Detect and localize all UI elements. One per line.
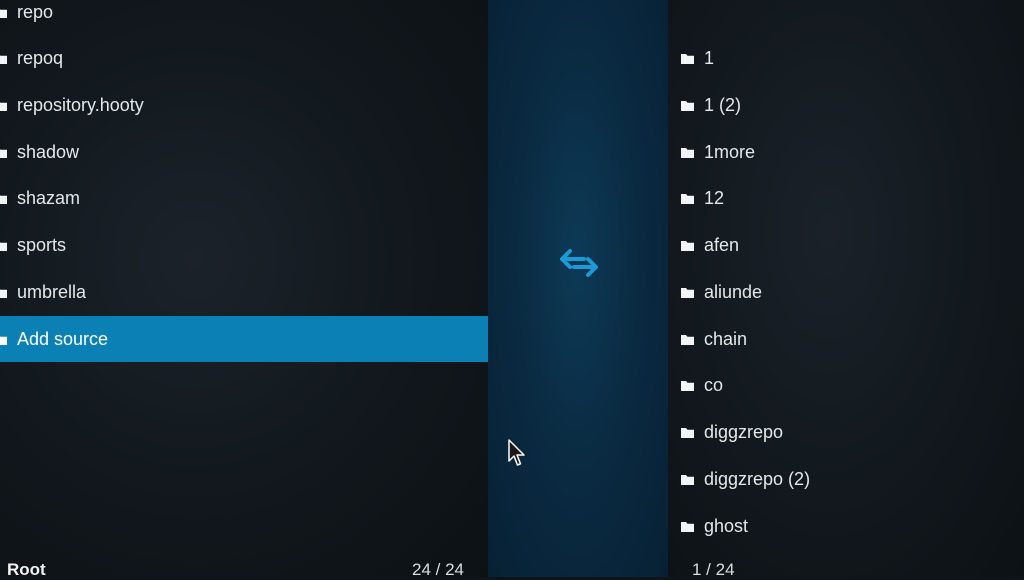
list-item-label: 1	[704, 47, 715, 68]
list-item[interactable]: aliunde	[668, 269, 1024, 315]
list-item-label: diggzrepo	[704, 421, 784, 442]
list-item[interactable]: ghost	[668, 503, 1024, 549]
list-item[interactable]: shazam	[0, 175, 488, 221]
list-item[interactable]: repoq	[0, 35, 488, 81]
list-item-label: repository.hooty	[17, 94, 144, 115]
folder-icon	[680, 519, 695, 534]
folder-icon	[680, 332, 695, 347]
folder-icon	[680, 51, 695, 66]
folder-icon	[0, 191, 8, 206]
folder-icon	[680, 191, 695, 206]
list-item[interactable]: umbrella	[0, 269, 488, 315]
right-file-pane: 1 1 (2) 1more 12 afen aliunde chain co d…	[668, 0, 1024, 577]
center-divider	[488, 0, 668, 577]
list-item-label: umbrella	[17, 281, 87, 302]
list-item[interactable]: co	[668, 362, 1024, 408]
folder-icon	[0, 5, 8, 20]
left-pane-path: Root	[7, 560, 46, 579]
list-item[interactable]: sports	[0, 222, 488, 268]
list-item-label: chain	[704, 328, 748, 349]
list-item-label: ghost	[704, 515, 749, 536]
swap-arrows-icon[interactable]	[558, 243, 602, 283]
list-item-label: Add source	[17, 328, 109, 349]
list-item-label: 1 (2)	[704, 94, 742, 115]
list-item-label: aliunde	[704, 281, 763, 302]
folder-icon	[0, 145, 8, 160]
list-item-label: shazam	[17, 187, 81, 208]
list-item[interactable]: shadow	[0, 129, 488, 175]
list-item-label: shadow	[17, 141, 80, 162]
list-item[interactable]: 1more	[668, 129, 1024, 175]
list-item[interactable]: chain	[668, 316, 1024, 362]
list-item-label: diggzrepo (2)	[704, 468, 811, 489]
list-item-label: 12	[704, 187, 725, 208]
folder-icon	[0, 51, 8, 66]
list-item[interactable]: repository.hooty	[0, 82, 488, 128]
folder-icon	[680, 238, 695, 253]
folder-icon	[0, 98, 8, 113]
list-item[interactable]: diggzrepo	[668, 409, 1024, 455]
folder-icon	[680, 145, 695, 160]
folder-icon	[0, 285, 8, 300]
list-item-label: repo	[17, 1, 54, 22]
list-item[interactable]: repo	[0, 0, 488, 35]
left-pane-item-count: 24 / 24	[412, 560, 464, 579]
folder-icon	[680, 285, 695, 300]
list-item-label: repoq	[17, 47, 64, 68]
folder-icon	[680, 378, 695, 393]
right-pane-item-count: 1 / 24	[692, 560, 735, 579]
list-item[interactable]: 1	[668, 35, 1024, 81]
folder-icon	[0, 332, 8, 347]
folder-icon	[680, 425, 695, 440]
list-item[interactable]: diggzrepo (2)	[668, 456, 1024, 502]
add-source-item[interactable]: Add source	[0, 316, 488, 362]
left-file-pane: repo repoq repository.hooty shadow shaza…	[0, 0, 488, 577]
list-item-label: afen	[704, 234, 740, 255]
list-item[interactable]: 12	[668, 175, 1024, 221]
list-item-label: co	[704, 374, 724, 395]
list-item[interactable]: afen	[668, 222, 1024, 268]
folder-icon	[680, 98, 695, 113]
list-item-label: sports	[17, 234, 67, 255]
list-item[interactable]: 1 (2)	[668, 82, 1024, 128]
list-item-label: 1more	[704, 141, 756, 162]
folder-icon	[0, 238, 8, 253]
mouse-pointer-icon	[508, 439, 525, 466]
folder-icon	[680, 472, 695, 487]
